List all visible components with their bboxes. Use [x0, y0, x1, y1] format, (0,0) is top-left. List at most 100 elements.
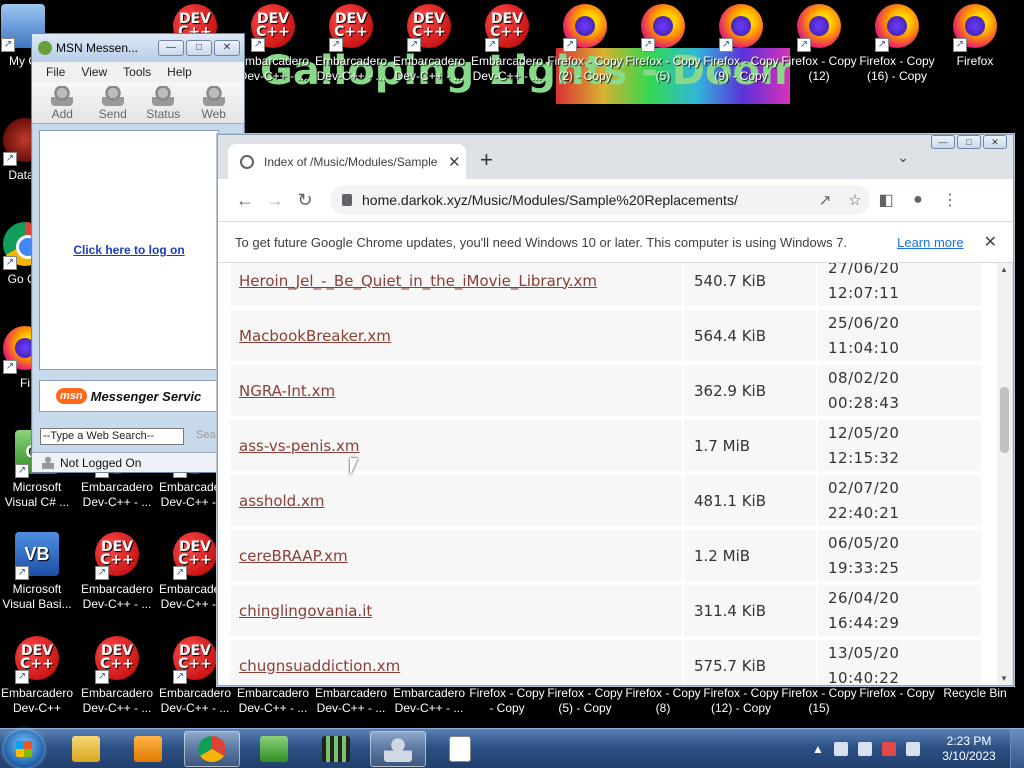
file-row: MacbookBreaker.xm 564.4 KiB 25/06/20 11:04:… — [230, 310, 981, 361]
menu-file[interactable]: File — [46, 62, 65, 82]
kebab-menu-icon[interactable]: ⋮ — [934, 190, 966, 210]
add-contact-button[interactable]: Add — [40, 86, 85, 121]
start-button[interactable] — [4, 730, 44, 768]
desktop-icon-firefox[interactable]: ↗ Firefox — [936, 4, 1014, 69]
file-link[interactable]: chinglingovania.it — [239, 602, 372, 620]
scroll-thumb[interactable] — [1000, 387, 1009, 453]
minimize-button[interactable]: — — [158, 40, 184, 56]
shortcut-arrow-icon: ↗ — [15, 670, 29, 684]
status-button[interactable]: Status — [141, 86, 186, 121]
desktop-icon-dev[interactable]: DEVC++↗Embarcadero Dev-C++ - ... — [312, 4, 390, 84]
bookmark-star-icon[interactable]: ☆ — [840, 191, 870, 209]
file-link[interactable]: ass-vs-penis.xm — [239, 437, 359, 455]
tab-index-of-music[interactable]: Index of /Music/Modules/Sample ✕ — [228, 144, 466, 179]
csharp-icon — [260, 736, 288, 762]
desktop-icon-firefox[interactable]: ↗ Firefox - Copy (16) - Copy — [858, 4, 936, 84]
scroll-down-icon[interactable]: ▼ — [1000, 674, 1008, 683]
desktop-icon-label: Embarcadero Dev-C++ - ... — [80, 480, 154, 509]
desktop-icon-dev[interactable]: DEVC++↗Embarcadero Dev-C++ - ... — [78, 532, 156, 612]
vertical-scrollbar[interactable]: ▲ ▼ — [997, 263, 1012, 685]
menu-view[interactable]: View — [81, 62, 107, 82]
tab-close-icon[interactable]: ✕ — [448, 153, 461, 171]
close-button[interactable]: ✕ — [214, 40, 240, 56]
dev-icon-wrap: DEVC++↗ — [93, 532, 141, 580]
clock[interactable]: 2:23 PM 3/10/2023 — [936, 734, 1002, 764]
shortcut-arrow-icon: ↗ — [875, 38, 889, 52]
file-link[interactable]: cereBRAAP.xm — [239, 547, 348, 565]
tray-expand-icon[interactable]: ▲ — [812, 742, 824, 756]
taskbar-explorer[interactable] — [58, 731, 114, 767]
file-name-cell: Heroin_Jel_-_Be_Quiet_in_the_iMovie_Libr… — [230, 263, 682, 306]
taskbar-solitaire[interactable] — [432, 731, 488, 767]
shortcut-arrow-icon: ↗ — [173, 670, 187, 684]
desktop-icon-dev[interactable]: DEVC++↗Embarcadero Dev-C++ - ... — [78, 636, 156, 716]
lock-icon — [342, 194, 352, 206]
volume-icon[interactable] — [905, 742, 920, 756]
desktop-icon-dev[interactable]: DEV C++ ↗ Embarcadero Dev-C++ — [0, 636, 76, 716]
desktop-icon-firefox[interactable]: ↗ Firefox - Copy (9) - Copy — [702, 4, 780, 84]
web-search-input[interactable]: --Type a Web Search-- — [40, 428, 184, 445]
shortcut-arrow-icon: ↗ — [251, 38, 265, 52]
profile-icon[interactable]: ● — [902, 191, 934, 209]
dev-icon-wrap: DEVC++↗ — [405, 4, 453, 52]
taskbar-visual-csharp[interactable] — [246, 731, 302, 767]
tab-search-chevron-icon[interactable]: ⌄ — [897, 149, 909, 166]
new-tab-button[interactable]: + — [480, 147, 493, 173]
file-date: 13/05/20 — [828, 643, 900, 662]
desktop-icon-firefox[interactable]: ↗ Firefox - Copy (12) — [780, 4, 858, 84]
clock-date: 3/10/2023 — [942, 749, 996, 763]
desktop-icon-dev[interactable]: DEVC++↗Embarcadero Dev-C++ - ... — [468, 4, 546, 84]
file-link[interactable]: asshold.xm — [239, 492, 324, 510]
network-icon[interactable] — [857, 742, 872, 756]
shortcut-arrow-icon: ↗ — [407, 38, 421, 52]
reload-button[interactable]: ↻ — [290, 190, 320, 211]
file-link[interactable]: Heroin_Jel_-_Be_Quiet_in_the_iMovie_Libr… — [239, 272, 597, 290]
action-center-icon[interactable] — [833, 742, 848, 756]
web-button[interactable]: Web — [192, 86, 237, 121]
learn-more-link[interactable]: Learn more — [897, 235, 963, 250]
file-name-cell: MacbookBreaker.xm — [230, 310, 682, 361]
send-button[interactable]: Send — [91, 86, 136, 121]
desktop-icon-firefox[interactable]: ↗ Firefox - Copy (2) - Copy — [546, 4, 624, 84]
file-row: asshold.xm 481.1 KiB 02/07/20 22:40:21 — [230, 475, 981, 526]
infobar-close-icon[interactable]: ✕ — [984, 232, 997, 252]
taskbar-media-player[interactable] — [120, 731, 176, 767]
file-modified: 12/05/20 12:15:32 — [816, 420, 981, 471]
taskbar-video-editor[interactable] — [308, 731, 364, 767]
desktop-icon-vb[interactable]: VB ↗ Microsoft Visual Basi... — [0, 532, 76, 612]
file-modified: 06/05/20 19:33:25 — [816, 530, 981, 581]
firefox-icon-wrap: ↗ — [717, 4, 765, 52]
back-button[interactable]: ← — [230, 190, 260, 211]
file-time: 10:40:22 — [828, 668, 900, 686]
file-link[interactable]: chugnsuaddiction.xm — [239, 657, 400, 675]
contact-pane: Click here to log on — [39, 130, 219, 370]
menu-help[interactable]: Help — [167, 62, 192, 82]
file-link[interactable]: MacbookBreaker.xm — [239, 327, 391, 345]
msn-titlebar[interactable]: MSN Messen... — □ ✕ — [32, 34, 244, 62]
desktop-icon-firefox[interactable]: ↗ Firefox - Copy (5) — [624, 4, 702, 84]
file-date: 27/06/20 — [828, 263, 900, 277]
menu-tools[interactable]: Tools — [123, 62, 151, 82]
file-link[interactable]: NGRA-Int.xm — [239, 382, 335, 400]
show-desktop-button[interactable] — [1010, 729, 1024, 768]
firefox-icon-wrap: ↗ — [951, 4, 999, 52]
forward-button[interactable]: → — [260, 190, 290, 211]
messenger-buddy-icon — [38, 41, 52, 55]
file-size: 1.2 MiB — [682, 530, 816, 581]
firefox-icon-wrap: ↗ — [561, 4, 609, 52]
desktop-icon-dev[interactable]: DEVC++↗Embarcadero Dev-C++ - ... — [390, 4, 468, 84]
address-bar[interactable]: home.darkok.xyz/Music/Modules/Sample%20R… — [330, 185, 870, 215]
logon-link[interactable]: Click here to log on — [73, 243, 184, 257]
file-row: NGRA-Int.xm 362.9 KiB 08/02/20 00:28:43 — [230, 365, 981, 416]
messenger-service-banner[interactable]: msn Messenger Servic — [39, 380, 246, 412]
side-panel-icon[interactable]: ◧ — [870, 190, 902, 210]
maximize-button[interactable]: □ — [186, 40, 212, 56]
dev-icon-wrap: DEVC++↗ — [327, 4, 375, 52]
flag-alert-icon[interactable] — [881, 742, 896, 756]
taskbar-chrome[interactable] — [184, 731, 240, 767]
scroll-up-icon[interactable]: ▲ — [1000, 265, 1008, 274]
shortcut-arrow-icon: ↗ — [641, 38, 655, 52]
share-icon[interactable]: ↗ — [810, 191, 840, 209]
taskbar-msn-messenger[interactable] — [370, 731, 426, 767]
desktop-icon-dev[interactable]: DEVC++↗Embarcadero Dev-C++ - ... — [234, 4, 312, 84]
